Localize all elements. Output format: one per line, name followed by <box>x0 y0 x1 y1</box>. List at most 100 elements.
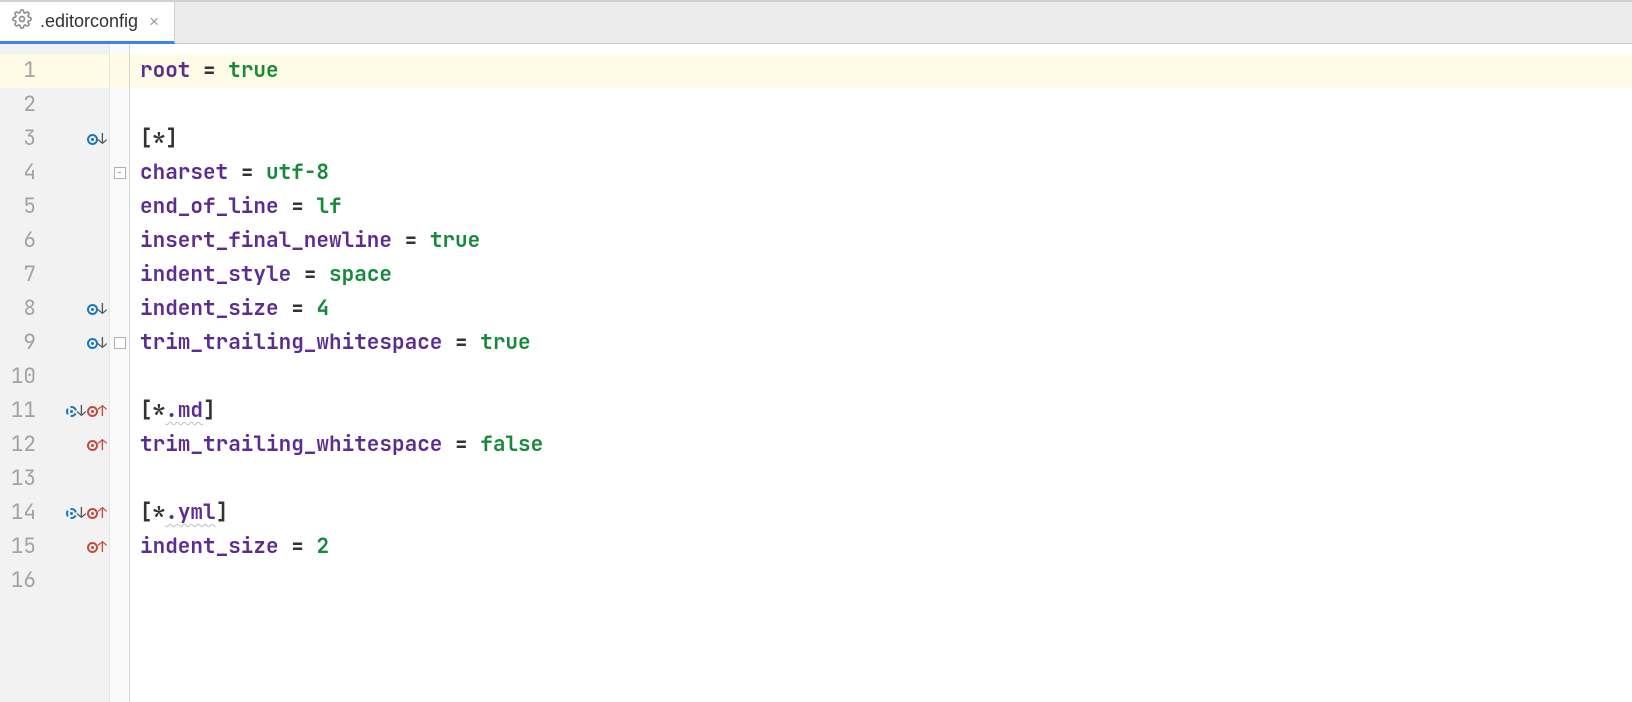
token-plain <box>228 159 241 186</box>
gutter-marks: ↓↑ <box>40 496 109 530</box>
gutter-row[interactable]: 11 ↓↑ <box>0 394 109 428</box>
token-op: = <box>291 193 304 220</box>
code-line[interactable] <box>140 564 1632 598</box>
code-line[interactable]: [*] <box>140 122 1632 156</box>
token-key: trim_trailing_whitespace <box>140 431 442 458</box>
gutter-row[interactable]: 10 <box>0 360 109 394</box>
gutter-row[interactable]: 1 <box>0 54 109 88</box>
fold-row <box>110 530 129 564</box>
gutter-row[interactable]: 3↓ <box>0 122 109 156</box>
fold-collapse-icon[interactable]: − <box>114 167 126 179</box>
code-line[interactable]: root = true <box>130 54 1632 88</box>
token-br: [ <box>140 125 153 152</box>
line-number: 14 <box>0 496 40 530</box>
line-number: 11 <box>0 394 40 428</box>
gutter-row[interactable]: 2 <box>0 88 109 122</box>
gutter-row[interactable]: 14↓↑ <box>0 496 109 530</box>
line-number: 4 <box>0 156 40 190</box>
gutter-row[interactable]: 8↓ <box>0 292 109 326</box>
code-line[interactable] <box>140 88 1632 122</box>
code-editor[interactable]: 123↓45678↓9↓1011↓↑12↑1314↓↑15↑16 − root … <box>0 44 1632 702</box>
line-number: 2 <box>0 88 40 122</box>
token-key: indent_style <box>140 261 291 288</box>
gutter-row[interactable]: 6 <box>0 224 109 258</box>
gutter-row[interactable]: 4 <box>0 156 109 190</box>
token-plain <box>304 295 317 322</box>
code-line[interactable]: indent_style = space <box>140 258 1632 292</box>
fold-row <box>110 88 129 122</box>
override-down-icon[interactable]: ↓ <box>87 326 107 360</box>
line-number: 7 <box>0 258 40 292</box>
fold-row <box>110 122 129 156</box>
token-plain <box>392 227 405 254</box>
token-val: true <box>430 227 480 254</box>
token-plain <box>417 227 430 254</box>
gutter-row[interactable]: 12 ↑ <box>0 428 109 462</box>
gutter-row[interactable]: 7 <box>0 258 109 292</box>
line-number: 3 <box>0 122 40 156</box>
override-down-icon[interactable]: ↓ <box>87 122 107 156</box>
code-line[interactable] <box>140 462 1632 496</box>
line-number: 10 <box>0 360 40 394</box>
line-number: 6 <box>0 224 40 258</box>
code-line[interactable]: [*.md] <box>140 394 1632 428</box>
token-val: utf-8 <box>266 159 329 186</box>
token-key: root <box>140 57 190 84</box>
override-up-icon[interactable]: ↑ <box>87 394 107 428</box>
code-line[interactable]: trim_trailing_whitespace = false <box>140 428 1632 462</box>
fold-row <box>110 394 129 428</box>
fold-row <box>110 360 129 394</box>
line-number: 9 <box>0 326 40 360</box>
override-down-icon[interactable]: ↓ <box>87 292 107 326</box>
code-area[interactable]: root = true [*]charset = utf-8end_of_lin… <box>130 44 1632 702</box>
code-line[interactable]: [*.yml] <box>140 496 1632 530</box>
token-op: = <box>203 57 216 84</box>
fold-row <box>110 428 129 462</box>
fold-row <box>110 564 129 598</box>
gutter-marks: ↓ <box>40 292 109 326</box>
fold-row: − <box>110 156 129 190</box>
token-op: * <box>153 499 166 526</box>
token-op: = <box>291 533 304 560</box>
fold-row <box>110 326 129 360</box>
fold-column: − <box>110 44 130 702</box>
line-number: 15 <box>0 530 40 564</box>
code-line[interactable]: indent_size = 4 <box>140 292 1632 326</box>
override-up-icon[interactable]: ↑ <box>87 496 107 530</box>
line-number: 13 <box>0 462 40 496</box>
fold-row <box>110 258 129 292</box>
code-line[interactable] <box>140 360 1632 394</box>
fold-row <box>110 292 129 326</box>
token-val: true <box>480 329 530 356</box>
token-op: = <box>455 329 468 356</box>
fold-end-icon[interactable] <box>114 337 126 349</box>
code-line[interactable]: charset = utf-8 <box>140 156 1632 190</box>
override-up-icon[interactable]: ↑ <box>87 428 107 462</box>
code-line[interactable]: trim_trailing_whitespace = true <box>140 326 1632 360</box>
gutter-marks: ↓ <box>40 326 109 360</box>
override-partial-icon[interactable]: ↓ <box>66 394 86 428</box>
token-op: = <box>405 227 418 254</box>
token-plain <box>216 57 229 84</box>
override-partial-icon[interactable]: ↓ <box>66 496 86 530</box>
token-pat-wavy: .yml <box>165 499 215 526</box>
code-line[interactable]: end_of_line = lf <box>140 190 1632 224</box>
gutter-row[interactable]: 9↓ <box>0 326 109 360</box>
gutter-row[interactable]: 15 ↑ <box>0 530 109 564</box>
fold-row <box>110 462 129 496</box>
token-val: 4 <box>316 295 329 322</box>
gutter: 123↓45678↓9↓1011↓↑12↑1314↓↑15↑16 <box>0 44 110 702</box>
gutter-row[interactable]: 5 <box>0 190 109 224</box>
line-number: 12 <box>0 428 40 462</box>
token-key: indent_size <box>140 533 279 560</box>
code-line[interactable]: indent_size = 2 <box>140 530 1632 564</box>
token-plain <box>190 57 203 84</box>
tab-editorconfig[interactable]: .editorconfig × <box>0 2 175 44</box>
gutter-row[interactable]: 13 <box>0 462 109 496</box>
override-up-icon[interactable]: ↑ <box>87 530 107 564</box>
token-op: = <box>291 295 304 322</box>
code-line[interactable]: insert_final_newline = true <box>140 224 1632 258</box>
token-op: = <box>455 431 468 458</box>
gutter-row[interactable]: 16 <box>0 564 109 598</box>
close-icon[interactable]: × <box>146 14 162 30</box>
